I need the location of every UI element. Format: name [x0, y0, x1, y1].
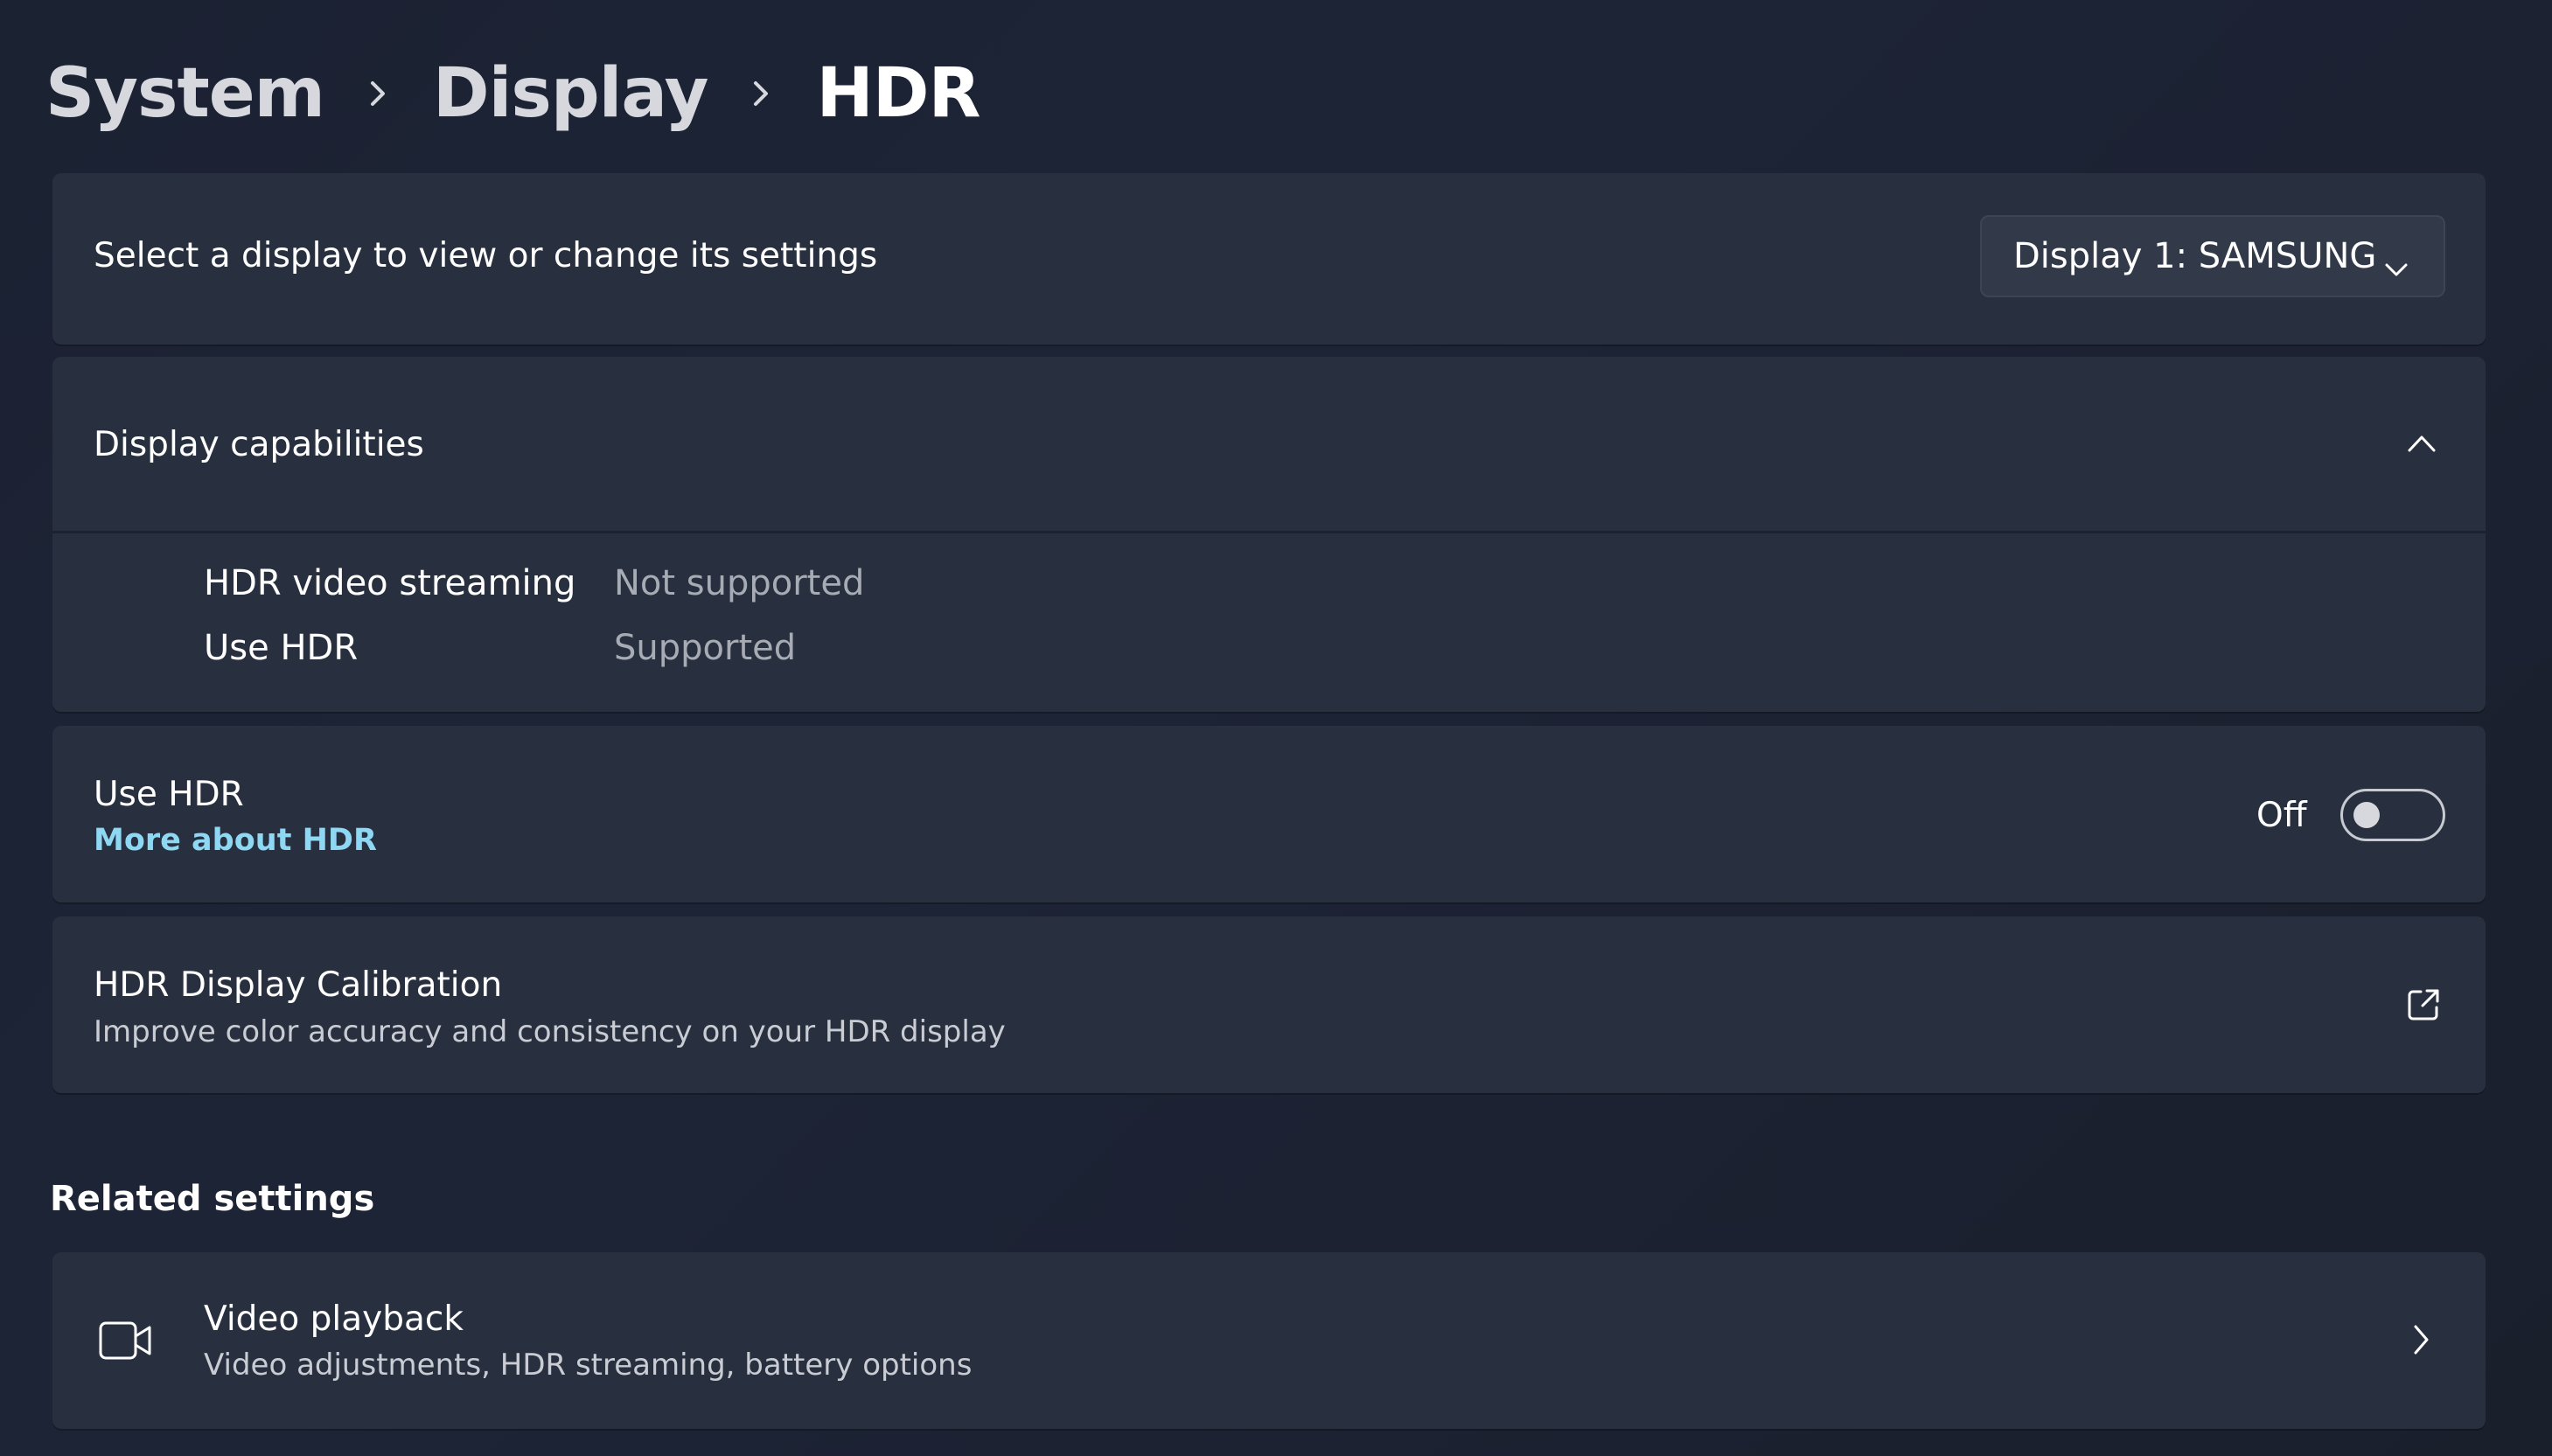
- display-dropdown-value: Display 1: SAMSUNG: [2013, 236, 2377, 276]
- chevron-right-icon[interactable]: [2412, 1322, 2431, 1361]
- capabilities-divider: [52, 531, 2486, 533]
- chevron-up-icon[interactable]: [2407, 434, 2437, 456]
- calibration-title: HDR Display Calibration: [94, 965, 503, 1005]
- cap-label-use-hdr: Use HDR: [204, 628, 359, 668]
- use-hdr-toggle[interactable]: [2340, 789, 2445, 841]
- video-camera-icon: [98, 1319, 154, 1366]
- calibration-card[interactable]: [52, 916, 2486, 1093]
- chevron-right-icon: [708, 45, 816, 142]
- capabilities-card: [52, 357, 2486, 712]
- toggle-knob: [2353, 802, 2380, 828]
- use-hdr-card: [52, 726, 2486, 902]
- use-hdr-title: Use HDR: [94, 775, 244, 814]
- chevron-right-icon: [324, 45, 433, 142]
- external-link-icon[interactable]: [2405, 986, 2442, 1027]
- breadcrumb-system[interactable]: System: [45, 54, 325, 133]
- breadcrumb-hdr: HDR: [816, 54, 980, 133]
- cap-value-use-hdr: Supported: [614, 628, 797, 668]
- breadcrumb: System Display HDR: [45, 45, 981, 142]
- breadcrumb-display[interactable]: Display: [433, 54, 709, 133]
- video-playback-description: Video adjustments, HDR streaming, batter…: [204, 1348, 973, 1383]
- more-about-hdr-link[interactable]: More about HDR: [94, 823, 377, 858]
- use-hdr-state-label: Off: [2256, 796, 2307, 835]
- cap-label-hdr-streaming: HDR video streaming: [204, 563, 576, 603]
- capabilities-title[interactable]: Display capabilities: [94, 425, 424, 464]
- display-dropdown[interactable]: Display 1: SAMSUNG: [1980, 215, 2445, 297]
- related-settings-title: Related settings: [50, 1179, 375, 1219]
- video-playback-title: Video playback: [204, 1299, 464, 1339]
- calibration-description: Improve color accuracy and consistency o…: [94, 1014, 1006, 1049]
- chevron-down-icon: [2384, 247, 2409, 287]
- cap-value-hdr-streaming: Not supported: [614, 563, 865, 603]
- select-display-label: Select a display to view or change its s…: [94, 236, 878, 275]
- video-playback-card[interactable]: [52, 1252, 2486, 1429]
